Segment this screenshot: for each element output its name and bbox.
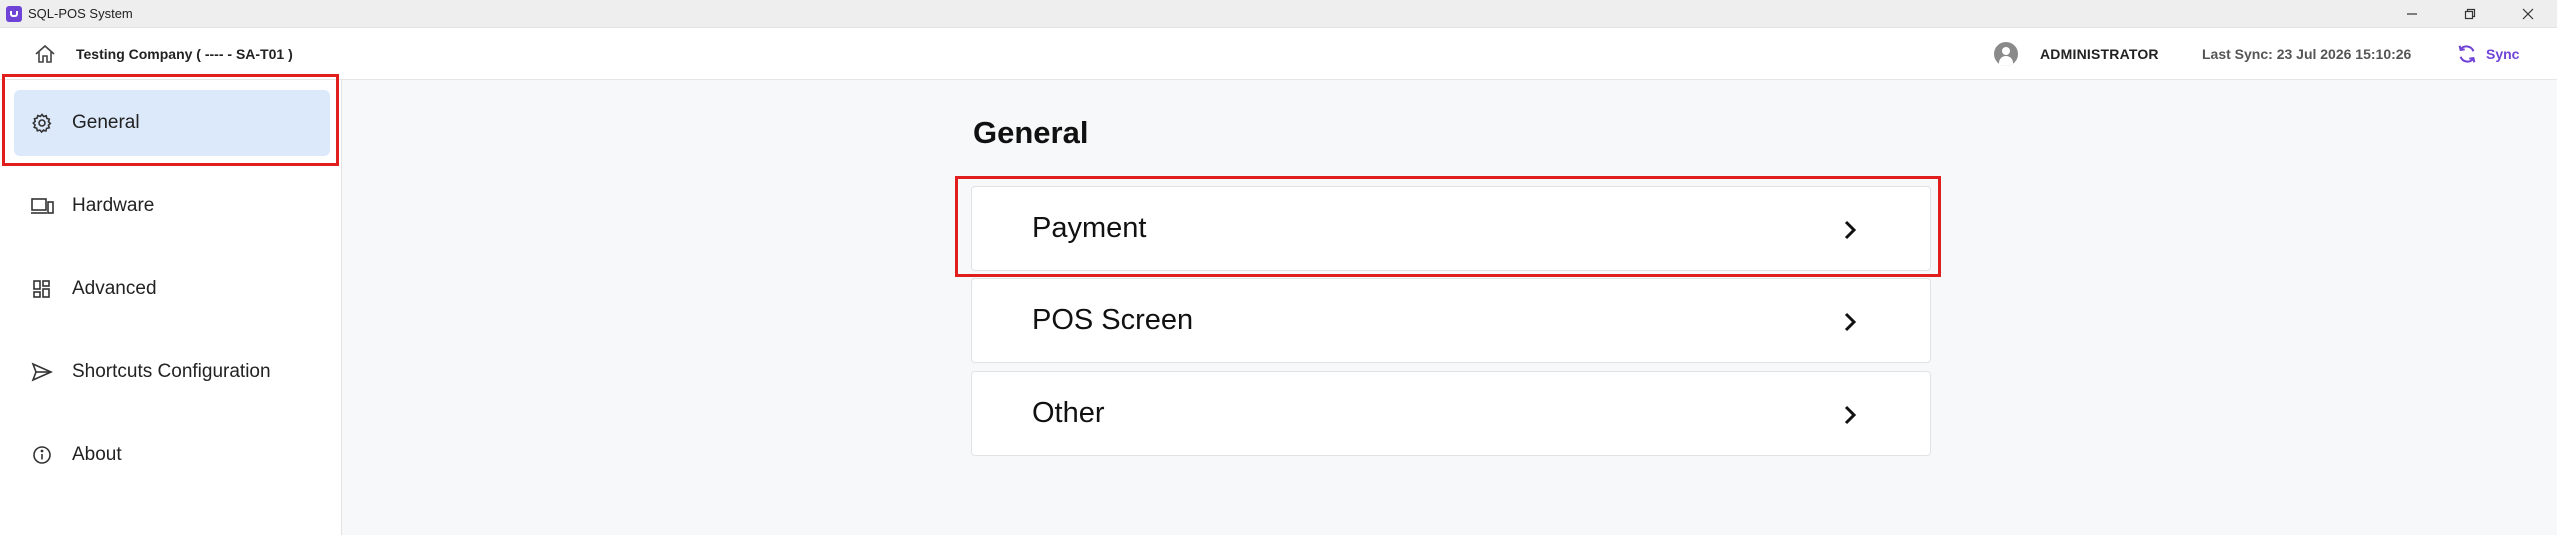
- sidebar-item-shortcuts[interactable]: Shortcuts Configuration: [14, 339, 330, 405]
- minimize-button[interactable]: [2383, 0, 2441, 28]
- page-title: General: [973, 115, 1089, 150]
- app-logo-icon: [6, 5, 22, 22]
- restore-icon: [2464, 8, 2476, 20]
- sidebar-item-label: General: [72, 112, 140, 133]
- card-label: Payment: [1032, 212, 1147, 244]
- send-icon: [30, 360, 54, 384]
- sidebar-item-label: Shortcuts Configuration: [72, 361, 271, 382]
- card-other[interactable]: Other: [971, 371, 1931, 456]
- username: ADMINISTRATOR: [2040, 46, 2159, 62]
- sidebar-item-general[interactable]: General: [14, 90, 330, 156]
- restore-button[interactable]: [2441, 0, 2499, 28]
- card-label: POS Screen: [1032, 304, 1194, 336]
- sidebar: General Hardware Advanced Shortcuts Conf…: [0, 80, 342, 535]
- info-icon: [30, 443, 54, 467]
- gear-icon: [30, 111, 54, 135]
- sync-label: Sync: [2486, 46, 2520, 62]
- sidebar-item-advanced[interactable]: Advanced: [14, 256, 330, 322]
- window-title-bar: SQL-POS System: [0, 0, 2557, 28]
- sidebar-item-label: Advanced: [72, 278, 157, 299]
- sidebar-item-hardware[interactable]: Hardware: [14, 173, 330, 239]
- sidebar-item-about[interactable]: About: [14, 422, 330, 488]
- chevron-right-icon: [1840, 217, 1860, 243]
- devices-icon: [30, 194, 54, 218]
- company-name: Testing Company ( ---- - SA-T01 ): [76, 46, 293, 62]
- last-sync-status: Last Sync: 23 Jul 2026 15:10:26: [2202, 46, 2412, 62]
- card-pos-screen[interactable]: POS Screen: [971, 278, 1931, 363]
- minimize-icon: [2407, 13, 2417, 15]
- card-label: Other: [1032, 397, 1105, 429]
- window-controls: [2383, 0, 2557, 28]
- window-title: SQL-POS System: [28, 6, 133, 21]
- grid-icon: [30, 277, 54, 301]
- sync-button[interactable]: Sync: [2456, 42, 2519, 66]
- home-icon[interactable]: [34, 44, 56, 64]
- app-header: Testing Company ( ---- - SA-T01 ) ADMINI…: [0, 28, 2557, 80]
- chevron-right-icon: [1840, 309, 1860, 335]
- close-button[interactable]: [2499, 0, 2557, 28]
- close-icon: [2522, 8, 2534, 20]
- sync-icon: [2458, 45, 2476, 63]
- sidebar-item-label: About: [72, 444, 122, 465]
- avatar[interactable]: [1994, 42, 2018, 66]
- card-payment[interactable]: Payment: [971, 186, 1931, 271]
- sidebar-item-label: Hardware: [72, 195, 155, 216]
- chevron-right-icon: [1840, 402, 1860, 428]
